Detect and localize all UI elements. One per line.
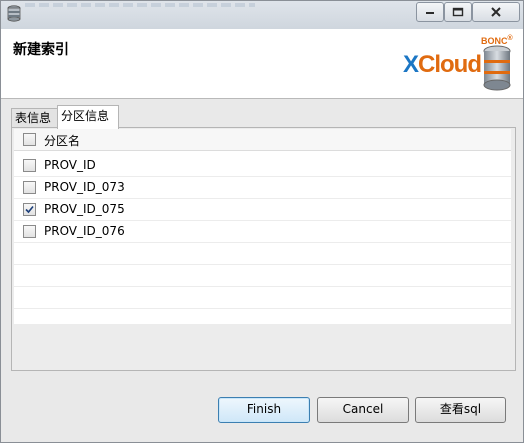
xcloud-logo: BONC® XCloud	[403, 33, 518, 93]
minimize-icon	[426, 12, 434, 14]
table-row[interactable]: PROV_ID_076	[14, 221, 511, 243]
row-checkbox[interactable]	[23, 225, 36, 238]
empty-row	[14, 287, 511, 309]
logo-xcloud-text: XCloud	[403, 51, 482, 78]
cancel-button[interactable]: Cancel	[317, 397, 409, 423]
close-button[interactable]	[472, 2, 520, 22]
row-checkbox[interactable]	[23, 181, 36, 194]
wizard-header: 新建索引 BONC® XCloud	[1, 29, 523, 99]
column-header-partition-name: 分区名	[44, 134, 81, 148]
empty-row	[14, 243, 511, 265]
new-index-dialog: 新建索引 BONC® XCloud 表信息 分区信息 分区名 PROV_ID P…	[0, 0, 524, 443]
minimize-button[interactable]	[416, 2, 444, 22]
table-row[interactable]: PROV_ID	[14, 155, 511, 177]
maximize-button[interactable]	[444, 2, 472, 22]
finish-button[interactable]: Finish	[218, 397, 310, 423]
row-checkbox[interactable]	[23, 159, 36, 172]
empty-row	[14, 265, 511, 287]
page-title: 新建索引	[13, 42, 69, 58]
tab-table-info[interactable]: 表信息	[11, 108, 59, 128]
tab-partition-info[interactable]: 分区信息	[57, 105, 119, 129]
row-checkbox[interactable]	[23, 203, 36, 216]
database-icon	[6, 5, 22, 23]
partition-name: PROV_ID	[44, 158, 96, 172]
title-bar[interactable]	[1, 1, 523, 29]
table-row[interactable]: PROV_ID_075	[14, 199, 511, 221]
partition-name: PROV_ID_073	[44, 180, 125, 194]
table-header-row: 分区名	[14, 129, 511, 151]
partition-name: PROV_ID_076	[44, 224, 125, 238]
checkmark-icon	[25, 205, 34, 214]
title-bar-text-blur	[25, 3, 255, 7]
select-all-checkbox[interactable]	[23, 133, 36, 146]
logo-database-icon	[483, 45, 511, 91]
partition-panel: 分区名 PROV_ID PROV_ID_073 PROV_ID_075 PROV…	[11, 127, 516, 371]
maximize-icon	[452, 7, 464, 17]
partition-table: 分区名 PROV_ID PROV_ID_073 PROV_ID_075 PROV…	[14, 129, 511, 324]
close-icon	[491, 7, 501, 17]
table-row[interactable]: PROV_ID_073	[14, 177, 511, 199]
view-sql-button[interactable]: 查看sql	[415, 397, 506, 423]
partition-name: PROV_ID_075	[44, 202, 125, 216]
